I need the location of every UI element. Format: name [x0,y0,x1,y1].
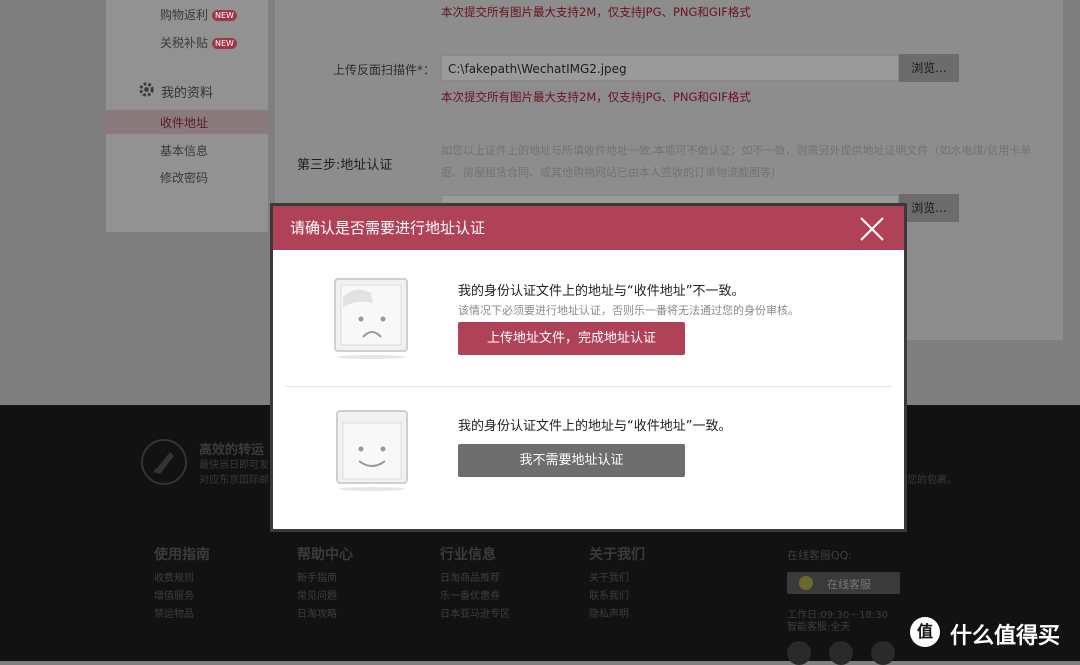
back-scan-label: 上传反面扫描件*： [333,63,436,77]
chat-icon [799,576,813,590]
footer-column-title: 使用指南 [154,547,210,563]
footer-link[interactable]: 隐私声明 [589,606,645,624]
footer-column-title: 帮助中心 [297,547,353,563]
footer-promo-line1: 最快当日即可发 [199,460,269,471]
footer-link[interactable]: 联系我们 [589,588,645,606]
footer-column-title: 关于我们 [589,547,645,563]
upload-address-file-button[interactable]: 上传地址文件，完成地址认证 [458,322,685,355]
option1-submessage: 该情况下必须要进行地址认证，否则乐一番将无法通过您的身份审核。 [458,304,799,317]
dialog-divider [285,386,892,387]
upload-note-back: 本次提交所有图片最大支持2M，仅支持JPG、PNG和GIF格式 [441,90,751,104]
footer-column: 行业信息 日淘商品推荐 乐一番优惠券 日本亚马逊专区 [440,544,510,624]
qq-service-label: 在线客服 [827,578,871,591]
step3-description: 如您以上证件上的地址与所填收件地址一致,本项可不做认证；如不一致，则需另外提供地… [441,144,1032,179]
footer-column-title: 行业信息 [440,547,496,563]
qq-service-button[interactable]: 在线客服 [787,572,900,594]
sidebar-item-label: 关税补贴 [160,36,209,50]
footer-link[interactable]: 日本亚马逊专区 [440,606,510,624]
footer-promo-right: 您的包裹。 [907,475,957,486]
watermark-logo-icon: 值 [910,617,940,647]
rocket-icon [140,438,188,490]
qq-label: 在线客服QQ: [787,549,853,562]
no-verification-button[interactable]: 我不需要地址认证 [458,444,685,477]
dialog-header: 请确认是否需要进行地址认证 [273,206,904,250]
footer-link[interactable]: 关于我们 [589,570,645,588]
smile-face-icon [335,409,411,497]
sidebar-item-label: 购物返利 [160,8,209,22]
footer-promo-line2: 对应东京国际邮 [199,475,269,486]
footer-link[interactable]: 常见问题 [297,588,353,606]
watermark-text: 什么值得买 [950,624,1061,649]
step3-title: 第三步:地址认证 [297,158,393,173]
option1-message: 我的身份认证文件上的地址与“收件地址”不一致。 [458,284,745,299]
footer-column: 关于我们 关于我们 联系我们 隐私声明 [589,544,645,624]
new-badge: NEW [212,38,237,49]
sidebar-item-password[interactable]: 修改密码 [160,169,208,186]
footer-column: 使用指南 收费规则 增值服务 禁运物品 [154,544,210,624]
option2-message: 我的身份认证文件上的地址与“收件地址”一致。 [458,419,732,434]
weibo-icon[interactable] [829,641,853,665]
bot-service: 智能客服:全天 [787,622,851,633]
dialog-title: 请确认是否需要进行地址认证 [290,219,486,237]
social-icon[interactable] [871,641,895,665]
new-badge: NEW [212,10,237,21]
footer-link[interactable]: 乐一番优惠券 [440,588,510,606]
browse-button-address[interactable]: 浏览... [899,194,959,222]
close-icon[interactable] [859,216,885,242]
footer-link[interactable]: 日淘攻略 [297,606,353,624]
footer-link[interactable]: 增值服务 [154,588,210,606]
wechat-icon[interactable] [787,641,811,665]
browse-button[interactable]: 浏览... [899,54,959,82]
sidebar-item-rebate[interactable]: 购物返利 NEW [160,6,237,23]
footer-link[interactable]: 禁运物品 [154,606,210,624]
gear-icon [137,80,156,103]
footer-link[interactable]: 日淘商品推荐 [440,570,510,588]
upload-note-top: 本次提交所有图片最大支持2M，仅支持JPG、PNG和GIF格式 [441,5,751,19]
footer-link[interactable]: 收费规则 [154,570,210,588]
sidebar-item-address[interactable]: 收件地址 [160,114,208,131]
footer-column: 帮助中心 新手指南 常见问题 日淘攻略 [297,544,353,624]
sidebar-item-basic-info[interactable]: 基本信息 [160,142,208,159]
sidebar-item-tax-subsidy[interactable]: 关税补贴 NEW [160,34,237,51]
sidebar-section-title: 我的资料 [161,86,214,101]
address-verification-dialog: 请确认是否需要进行地址认证 我的身份认证文件上的地址与“收件地址”不一致。 该情… [270,203,907,532]
footer-link[interactable]: 新手指南 [297,570,353,588]
back-scan-file-input[interactable]: C:\fakepath\WechatIMG2.jpeg [441,55,899,81]
sad-face-icon [333,277,411,365]
